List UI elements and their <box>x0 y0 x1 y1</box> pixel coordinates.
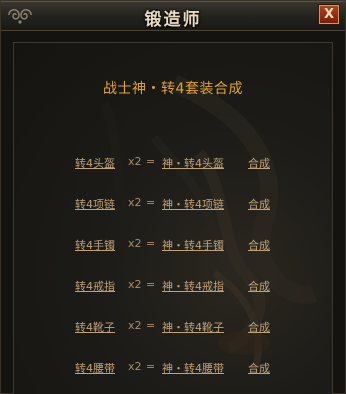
synthesize-button[interactable]: 合成 <box>248 278 270 294</box>
set-synthesis-heading: 战士神・转4套装合成 <box>103 81 243 97</box>
recipe-row: 转4手镯 x2 = 神・转4手镯 合成 <box>14 237 332 253</box>
recipe-row: 转4项链 x2 = 神・转4项链 合成 <box>14 196 332 212</box>
material-link[interactable]: 转4项链 <box>75 196 115 212</box>
synthesize-button[interactable]: 合成 <box>248 155 270 171</box>
forging-window: 锻造师 X 战士神・转4套装合成 转4头盔 x2 = 神・转4头盔 合成 转4项… <box>0 0 346 394</box>
material-link[interactable]: 转4戒指 <box>75 278 115 294</box>
result-link[interactable]: 神・转4项链 <box>162 196 224 212</box>
synthesize-button[interactable]: 合成 <box>248 196 270 212</box>
quantity-label: x2 <box>128 196 142 209</box>
title-bar[interactable]: 锻造师 X <box>1 1 345 31</box>
result-link[interactable]: 神・转4手镯 <box>162 237 224 253</box>
synthesize-button[interactable]: 合成 <box>248 237 270 253</box>
quantity-label: x2 <box>128 360 142 373</box>
equals-sign: = <box>146 196 156 209</box>
result-link[interactable]: 神・转4戒指 <box>162 278 224 294</box>
recipe-row: 转4头盔 x2 = 神・转4头盔 合成 <box>14 155 332 171</box>
window-title: 锻造师 <box>144 10 202 30</box>
recipe-row: 转4腰带 x2 = 神・转4腰带 合成 <box>14 360 332 376</box>
result-link[interactable]: 神・转4靴子 <box>162 319 224 335</box>
quantity-label: x2 <box>128 319 142 332</box>
equals-sign: = <box>146 155 156 168</box>
synthesize-button[interactable]: 合成 <box>248 360 270 376</box>
material-link[interactable]: 转4靴子 <box>75 319 115 335</box>
equals-sign: = <box>146 278 156 291</box>
synthesize-button[interactable]: 合成 <box>248 319 270 335</box>
material-link[interactable]: 转4腰带 <box>75 360 115 376</box>
recipe-row: 转4靴子 x2 = 神・转4靴子 合成 <box>14 319 332 335</box>
quantity-label: x2 <box>128 155 142 168</box>
material-link[interactable]: 转4手镯 <box>75 237 115 253</box>
equals-sign: = <box>146 319 156 332</box>
equals-sign: = <box>146 360 156 373</box>
recipe-row: 转4戒指 x2 = 神・转4戒指 合成 <box>14 278 332 294</box>
close-button[interactable]: X <box>319 5 339 24</box>
equals-sign: = <box>146 237 156 250</box>
recipe-panel: 战士神・转4套装合成 转4头盔 x2 = 神・转4头盔 合成 转4项链 x2 =… <box>13 42 333 394</box>
quantity-label: x2 <box>128 278 142 291</box>
quantity-label: x2 <box>128 237 142 250</box>
result-link[interactable]: 神・转4头盔 <box>162 155 224 171</box>
result-link[interactable]: 神・转4腰带 <box>162 360 224 376</box>
material-link[interactable]: 转4头盔 <box>75 155 115 171</box>
